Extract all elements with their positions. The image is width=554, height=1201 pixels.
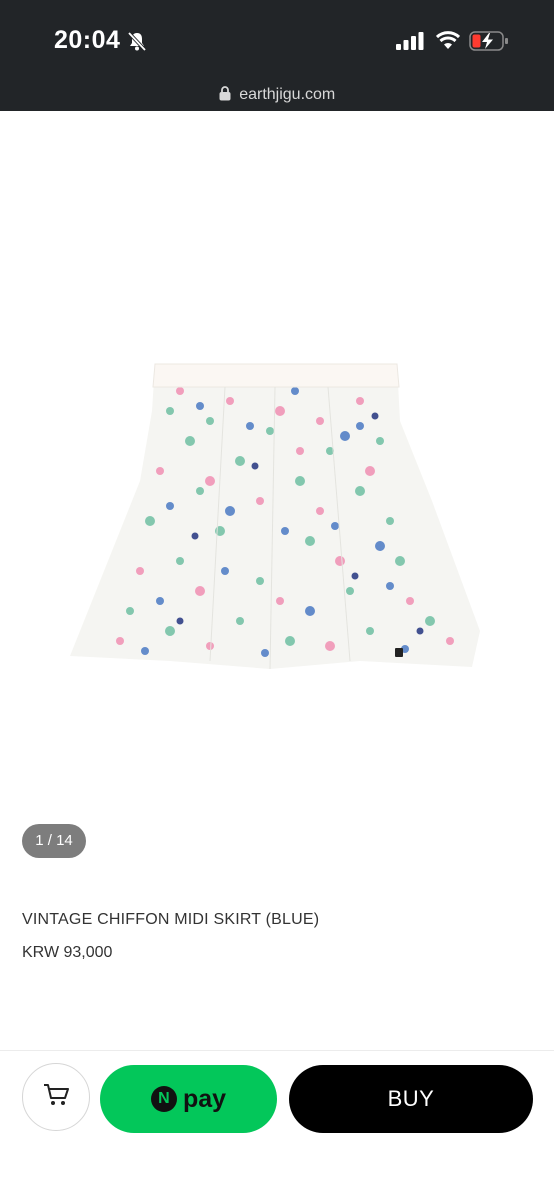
address-bar[interactable]: earthjigu.com bbox=[0, 86, 554, 104]
wifi-icon bbox=[435, 31, 461, 55]
url-text: earthjigu.com bbox=[239, 86, 336, 103]
product-price: KRW 93,000 bbox=[22, 944, 113, 961]
lock-icon bbox=[219, 86, 239, 103]
cart-button[interactable] bbox=[22, 1063, 90, 1131]
battery-charging-icon bbox=[469, 31, 509, 56]
image-pager: 1 / 14 bbox=[22, 824, 86, 858]
product-image-carousel[interactable] bbox=[0, 111, 554, 871]
bell-slash-icon bbox=[126, 30, 148, 57]
purchase-bar: N pay BUY bbox=[0, 1050, 554, 1201]
signal-icon bbox=[396, 32, 424, 55]
npay-button[interactable]: N pay bbox=[100, 1065, 277, 1133]
status-bar: 20:04 earthjigu.com bbox=[0, 0, 554, 111]
buy-button[interactable]: BUY bbox=[289, 1065, 533, 1133]
npay-label: pay bbox=[182, 1084, 227, 1113]
product-name: VINTAGE CHIFFON MIDI SKIRT (BLUE) bbox=[22, 911, 320, 928]
product-image bbox=[70, 363, 480, 670]
cart-icon bbox=[42, 1082, 70, 1113]
status-time: 20:04 bbox=[54, 26, 121, 54]
naver-n-icon: N bbox=[150, 1086, 177, 1112]
